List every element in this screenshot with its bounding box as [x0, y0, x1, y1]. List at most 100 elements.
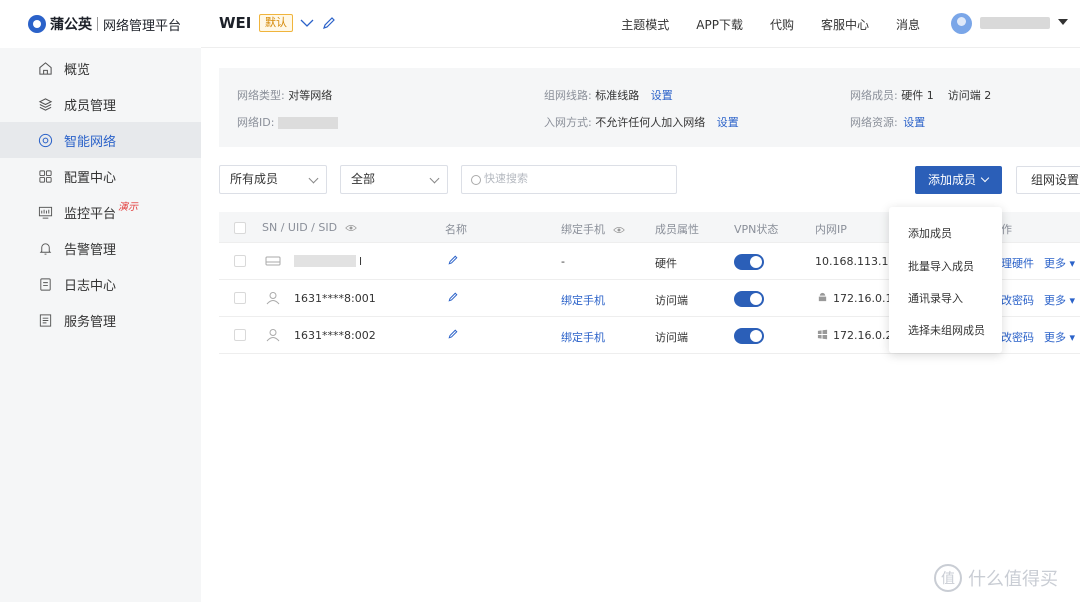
network-icon	[38, 133, 53, 148]
member-filter-select[interactable]: 所有成员	[219, 165, 327, 194]
search-input[interactable]	[484, 172, 664, 185]
brand-logo[interactable]: 蒲公英 网络管理平台	[0, 0, 201, 48]
edit-icon[interactable]	[447, 291, 459, 303]
user-icon	[266, 292, 280, 305]
sidebar-item-logs[interactable]: 日志中心	[0, 266, 201, 302]
app-download-link[interactable]: APP下载	[696, 16, 743, 33]
menu-item-select-ungrouped[interactable]: 选择未组网成员	[908, 322, 985, 338]
bind-phone-link[interactable]: 绑定手机	[561, 292, 605, 308]
sn-redacted	[294, 255, 356, 267]
chevron-down-icon	[308, 173, 319, 184]
row-checkbox[interactable]	[234, 329, 246, 341]
row-sn: l	[359, 255, 363, 268]
sidebar-item-smart-network[interactable]: 智能网络	[0, 122, 201, 158]
sidebar-item-label: 监控平台	[64, 206, 117, 222]
col-ip: 内网IP	[815, 223, 847, 236]
search-box[interactable]	[461, 165, 677, 194]
select-all-checkbox[interactable]	[234, 222, 246, 234]
eye-icon[interactable]	[344, 223, 357, 233]
caret-down-icon[interactable]	[1058, 19, 1068, 25]
edit-icon[interactable]	[447, 328, 459, 340]
col-vpn: VPN状态	[734, 223, 779, 236]
row-sn: 1631****8:001	[294, 292, 376, 305]
default-badge: 默认	[259, 14, 293, 32]
sidebar-item-overview[interactable]: 概览	[0, 50, 201, 86]
change-password-link[interactable]: 改密码	[1001, 329, 1034, 345]
sidebar-item-label: 配置中心	[64, 170, 117, 186]
more-dropdown[interactable]: 更多 ▾	[1044, 292, 1075, 308]
messages-link[interactable]: 消息	[896, 16, 920, 33]
sidebar-item-config[interactable]: 配置中心	[0, 158, 201, 194]
grid-icon	[38, 169, 53, 184]
edit-icon[interactable]	[447, 254, 459, 266]
logo-divider	[97, 17, 98, 31]
add-member-menu: 添加成员 批量导入成员 通讯录导入 选择未组网成员	[889, 207, 1002, 353]
row-checkbox[interactable]	[234, 255, 246, 267]
resources-settings-link[interactable]: 设置	[903, 116, 925, 129]
user-name-redacted[interactable]	[980, 17, 1050, 29]
sidebar-item-monitor[interactable]: 监控平台 演示	[0, 194, 201, 230]
sidebar-item-members[interactable]: 成员管理	[0, 86, 201, 122]
network-members: 网络成员: 硬件 1 访问端 2	[850, 89, 992, 102]
add-member-button[interactable]: 添加成员	[915, 166, 1002, 194]
sidebar: 蒲公英 网络管理平台 概览 成员管理 智能网络 配置中心 监控平台 演示 告警管…	[0, 0, 201, 602]
menu-item-contacts-import[interactable]: 通讯录导入	[908, 290, 963, 306]
more-dropdown[interactable]: 更多 ▾	[1044, 329, 1075, 345]
sidebar-item-services[interactable]: 服务管理	[0, 302, 201, 338]
network-id-redacted	[277, 117, 338, 129]
vpn-toggle[interactable]	[734, 328, 764, 344]
top-header: WEI 默认 主题模式 APP下载 代购 客服中心 消息	[201, 0, 1080, 48]
row-checkbox[interactable]	[234, 292, 246, 304]
row-attr: 硬件	[655, 257, 677, 270]
row-attr: 访问端	[655, 331, 688, 344]
sidebar-item-label: 服务管理	[64, 314, 117, 330]
watermark: 值 什么值得买	[934, 564, 1058, 592]
sidebar-item-alerts[interactable]: 告警管理	[0, 230, 201, 266]
sidebar-item-label: 智能网络	[64, 134, 117, 150]
sidebar-nav: 概览 成员管理 智能网络 配置中心 监控平台 演示 告警管理 日志中心 服务管理	[0, 50, 201, 338]
status-filter-select[interactable]: 全部	[340, 165, 448, 194]
menu-item-batch-import[interactable]: 批量导入成员	[908, 258, 974, 274]
menu-item-add-member[interactable]: 添加成员	[908, 225, 952, 241]
manage-hardware-link[interactable]: 理硬件	[1001, 255, 1034, 271]
vpn-toggle[interactable]	[734, 254, 764, 270]
watermark-text: 什么值得买	[968, 569, 1058, 590]
group-settings-button[interactable]: 组网设置	[1016, 166, 1080, 194]
bell-icon	[38, 241, 53, 256]
support-link[interactable]: 客服中心	[821, 16, 869, 33]
col-op: 作	[1001, 223, 1012, 236]
vpn-toggle[interactable]	[734, 291, 764, 307]
log-icon	[38, 277, 53, 292]
edit-icon[interactable]	[321, 15, 337, 31]
logo-icon	[28, 15, 46, 33]
router-icon	[265, 256, 281, 266]
sidebar-item-label: 日志中心	[64, 278, 117, 294]
chevron-down-icon[interactable]	[299, 15, 315, 31]
sidebar-item-label: 概览	[64, 62, 91, 78]
more-dropdown[interactable]: 更多 ▾	[1044, 255, 1075, 271]
sidebar-item-label: 成员管理	[64, 98, 117, 114]
join-settings-link[interactable]: 设置	[717, 116, 739, 129]
bind-phone-link[interactable]: 绑定手机	[561, 329, 605, 345]
change-password-link[interactable]: 改密码	[1001, 292, 1034, 308]
layers-icon	[38, 97, 53, 112]
search-icon	[471, 175, 481, 185]
monitor-icon	[38, 205, 53, 220]
service-icon	[38, 313, 53, 328]
row-attr: 访问端	[655, 294, 688, 307]
brand-subtitle: 网络管理平台	[103, 18, 182, 34]
demo-badge: 演示	[118, 202, 138, 213]
windows-icon	[817, 329, 828, 340]
join-method: 入网方式: 不允许任何人加入网络 设置	[544, 116, 739, 129]
line-settings-link[interactable]: 设置	[651, 89, 673, 102]
network-info-panel: 网络类型: 对等网络 网络ID: 组网线路: 标准线路 设置 入网方式: 不允许…	[219, 68, 1080, 147]
purchase-link[interactable]: 代购	[770, 16, 794, 33]
row-ip: 10.168.113.1	[815, 255, 889, 268]
network-id: 网络ID:	[237, 114, 338, 130]
network-type: 网络类型: 对等网络	[237, 89, 333, 102]
eye-icon[interactable]	[612, 225, 625, 235]
avatar[interactable]	[951, 13, 972, 34]
col-attr: 成员属性	[655, 223, 699, 236]
theme-mode-link[interactable]: 主题模式	[621, 16, 669, 33]
network-name: WEI	[219, 14, 252, 32]
